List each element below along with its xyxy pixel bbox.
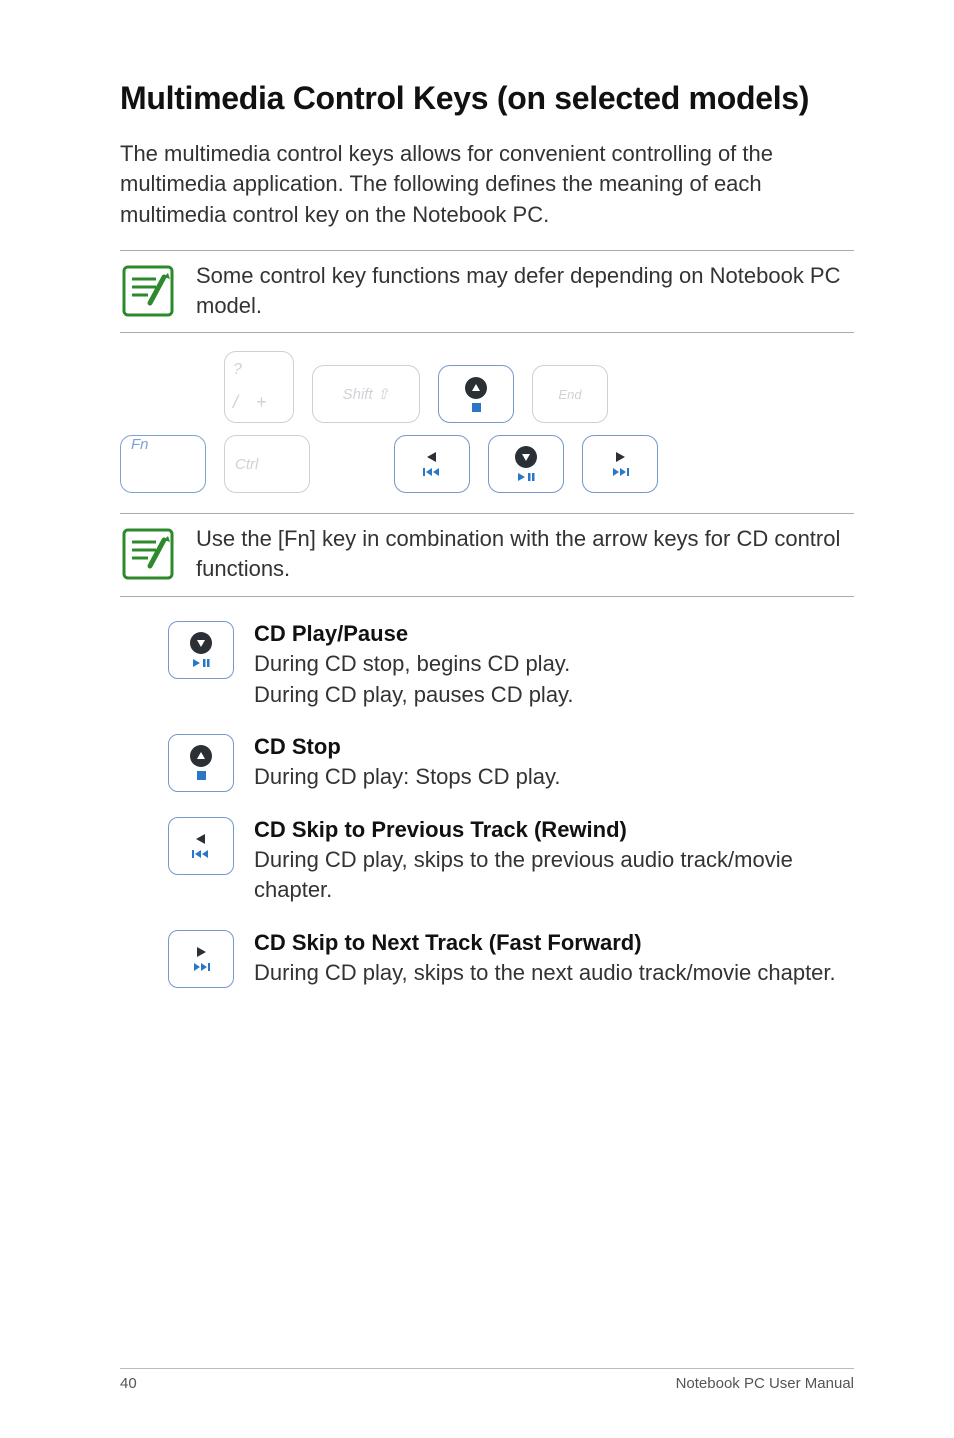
func-stop-title: CD Stop <box>254 734 341 759</box>
key-row-bottom: Fn Ctrl <box>120 435 854 493</box>
func-prev-line1: During CD play, skips to the previous au… <box>254 847 793 902</box>
key-slash-bot1: / <box>233 392 238 413</box>
key-end-label: End <box>558 387 581 402</box>
func-play-text: CD Play/Pause During CD stop, begins CD … <box>254 619 574 710</box>
footer-label: Notebook PC User Manual <box>676 1375 854 1392</box>
func-prev-text: CD Skip to Previous Track (Rewind) Durin… <box>254 815 854 906</box>
intro-paragraph: The multimedia control keys allows for c… <box>120 139 854 230</box>
note-text-2: Use the [Fn] key in combination with the… <box>196 524 854 583</box>
note-text-1: Some control key functions may defer dep… <box>196 261 854 320</box>
func-prev-title: CD Skip to Previous Track (Rewind) <box>254 817 627 842</box>
next-track-icon <box>611 467 629 477</box>
arrow-up-icon <box>465 377 487 399</box>
key-slash: ? / + <box>224 351 294 423</box>
func-next-line1: During CD play, skips to the next audio … <box>254 960 836 985</box>
key-arrow-up-stop <box>438 365 514 423</box>
key-arrow-down-play <box>488 435 564 493</box>
stop-glyph-icon <box>472 403 481 412</box>
key-arrow-left-prev <box>394 435 470 493</box>
key-fn-label: Fn <box>131 436 149 453</box>
page-footer: 40 Notebook PC User Manual <box>120 1368 854 1392</box>
arrow-down-icon <box>515 446 537 468</box>
triangle-left-icon <box>424 451 440 463</box>
func-next-title: CD Skip to Next Track (Fast Forward) <box>254 930 642 955</box>
key-arrow-right-next <box>582 435 658 493</box>
func-key-prev-icon <box>168 817 234 875</box>
play-pause-icon <box>517 472 535 482</box>
func-stop-line1: During CD play: Stops CD play. <box>254 764 561 789</box>
func-play-line2: During CD play, pauses CD play. <box>254 682 574 707</box>
note-block-2: Use the [Fn] key in combination with the… <box>120 513 854 596</box>
key-row-top: ? / + Shift ⇧ End <box>120 351 854 423</box>
page-number: 40 <box>120 1375 137 1392</box>
key-slash-bot2: + <box>256 392 267 413</box>
func-next: CD Skip to Next Track (Fast Forward) Dur… <box>168 928 854 989</box>
note-icon <box>120 263 176 319</box>
key-ctrl: Ctrl <box>224 435 310 493</box>
func-stop: CD Stop During CD play: Stops CD play. <box>168 732 854 793</box>
note-icon <box>120 526 176 582</box>
spacer <box>120 422 206 423</box>
func-play-title: CD Play/Pause <box>254 621 408 646</box>
func-next-text: CD Skip to Next Track (Fast Forward) Dur… <box>254 928 836 989</box>
key-diagram: ? / + Shift ⇧ End Fn Ctrl <box>120 351 854 493</box>
func-key-next-icon <box>168 930 234 988</box>
key-ctrl-label: Ctrl <box>235 456 258 473</box>
func-key-stop-icon <box>168 734 234 792</box>
key-slash-top: ? <box>233 362 242 378</box>
page-title: Multimedia Control Keys (on selected mod… <box>120 80 854 117</box>
func-prev: CD Skip to Previous Track (Rewind) Durin… <box>168 815 854 906</box>
func-play-pause: CD Play/Pause During CD stop, begins CD … <box>168 619 854 710</box>
key-shift-label: Shift ⇧ <box>343 385 390 403</box>
prev-track-icon <box>423 467 441 477</box>
key-shift: Shift ⇧ <box>312 365 420 423</box>
func-stop-text: CD Stop During CD play: Stops CD play. <box>254 732 561 793</box>
key-fn: Fn <box>120 435 206 493</box>
func-play-line1: During CD stop, begins CD play. <box>254 651 570 676</box>
triangle-right-icon <box>612 451 628 463</box>
func-key-play-icon <box>168 621 234 679</box>
key-end: End <box>532 365 608 423</box>
note-block-1: Some control key functions may defer dep… <box>120 250 854 333</box>
